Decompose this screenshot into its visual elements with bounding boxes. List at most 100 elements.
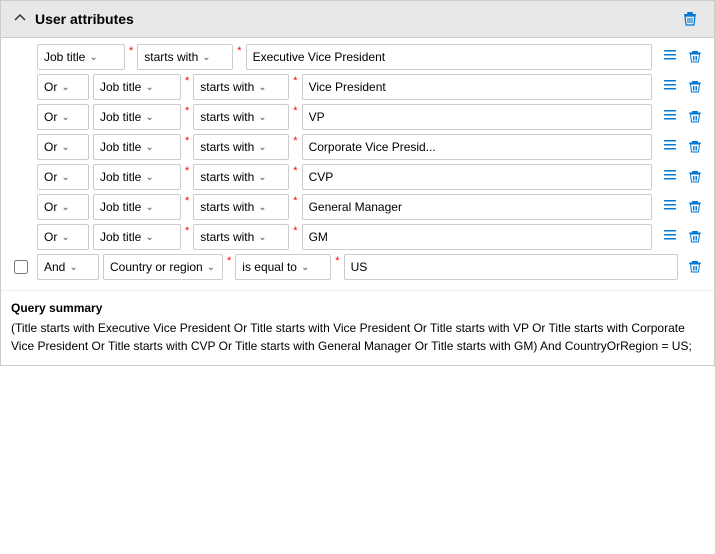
rule-row: Job title ⌄ * starts with ⌄ * — [9, 44, 706, 70]
required-star: * — [293, 75, 297, 87]
required-star: * — [129, 45, 133, 57]
chevron-down-icon: ⌄ — [202, 52, 210, 63]
chevron-down-icon: ⌄ — [145, 172, 153, 183]
list-icon-button-1[interactable] — [658, 75, 682, 100]
row-delete-button-6[interactable] — [684, 228, 706, 246]
operator-dropdown-4[interactable]: starts with ⌄ — [193, 164, 289, 190]
operator-dropdown-3[interactable]: starts with ⌄ — [193, 134, 289, 160]
required-star: * — [237, 45, 241, 57]
operator-dropdown-0[interactable]: starts with ⌄ — [137, 44, 233, 70]
value-input-2[interactable] — [302, 104, 652, 130]
query-summary: Query summary (Title starts with Executi… — [1, 290, 714, 365]
rule-row: Or ⌄ Job title ⌄ * starts with ⌄ * — [9, 194, 706, 220]
operator-dropdown-1[interactable]: starts with ⌄ — [193, 74, 289, 100]
value-input-6[interactable] — [302, 224, 652, 250]
rules-area: Job title ⌄ * starts with ⌄ * — [1, 38, 714, 290]
query-summary-title: Query summary — [11, 299, 704, 317]
chevron-down-icon: ⌄ — [69, 262, 77, 273]
value-input-0[interactable] — [246, 44, 652, 70]
section-title-text: User attributes — [35, 11, 134, 27]
required-star: * — [185, 135, 189, 147]
chevron-down-icon: ⌄ — [61, 112, 69, 123]
value-input-1[interactable] — [302, 74, 652, 100]
row-checkbox-7[interactable] — [14, 260, 28, 274]
required-star: * — [293, 225, 297, 237]
row-delete-button-2[interactable] — [684, 108, 706, 126]
list-icon-button-2[interactable] — [658, 105, 682, 130]
field-dropdown-3[interactable]: Job title ⌄ — [93, 134, 181, 160]
section-title-group: User attributes — [13, 11, 134, 28]
or-dropdown-1[interactable]: Or ⌄ — [37, 74, 89, 100]
value-input-4[interactable] — [302, 164, 652, 190]
or-dropdown-3[interactable]: Or ⌄ — [37, 134, 89, 160]
section-delete-button[interactable] — [678, 9, 702, 29]
chevron-down-icon: ⌄ — [89, 52, 97, 63]
field-dropdown-6[interactable]: Job title ⌄ — [93, 224, 181, 250]
query-summary-text: (Title starts with Executive Vice Presid… — [11, 319, 704, 355]
chevron-down-icon: ⌄ — [61, 232, 69, 243]
chevron-down-icon: ⌄ — [145, 82, 153, 93]
required-star: * — [293, 165, 297, 177]
chevron-down-icon: ⌄ — [61, 142, 69, 153]
field-dropdown-0[interactable]: Job title ⌄ — [37, 44, 125, 70]
value-input-3[interactable] — [302, 134, 652, 160]
or-dropdown-2[interactable]: Or ⌄ — [37, 104, 89, 130]
required-star: * — [293, 105, 297, 117]
required-star: * — [185, 165, 189, 177]
row-delete-button-1[interactable] — [684, 78, 706, 96]
operator-dropdown-2[interactable]: starts with ⌄ — [193, 104, 289, 130]
row-delete-button-4[interactable] — [684, 168, 706, 186]
section-header: User attributes — [1, 1, 714, 38]
chevron-down-icon: ⌄ — [258, 142, 266, 153]
main-container: User attributes Job title ⌄ * s — [0, 0, 715, 366]
chevron-down-icon: ⌄ — [258, 82, 266, 93]
and-dropdown-7[interactable]: And ⌄ — [37, 254, 99, 280]
value-input-5[interactable] — [302, 194, 652, 220]
required-star: * — [185, 75, 189, 87]
chevron-down-icon: ⌄ — [258, 202, 266, 213]
chevron-down-icon: ⌄ — [61, 202, 69, 213]
rule-row: Or ⌄ Job title ⌄ * starts with ⌄ * — [9, 164, 706, 190]
required-star: * — [227, 255, 231, 267]
chevron-down-icon: ⌄ — [145, 232, 153, 243]
list-icon-button-3[interactable] — [658, 135, 682, 160]
field-dropdown-5[interactable]: Job title ⌄ — [93, 194, 181, 220]
chevron-down-icon: ⌄ — [301, 262, 309, 273]
required-star: * — [185, 105, 189, 117]
operator-dropdown-5[interactable]: starts with ⌄ — [193, 194, 289, 220]
chevron-down-icon: ⌄ — [258, 232, 266, 243]
row-delete-button-7[interactable] — [684, 258, 706, 276]
operator-dropdown-7[interactable]: is equal to ⌄ — [235, 254, 331, 280]
row-delete-button-3[interactable] — [684, 138, 706, 156]
rule-row: Or ⌄ Job title ⌄ * starts with ⌄ * — [9, 134, 706, 160]
required-star: * — [293, 195, 297, 207]
required-star: * — [293, 135, 297, 147]
chevron-down-icon: ⌄ — [61, 82, 69, 93]
rule-row: Or ⌄ Job title ⌄ * starts with ⌄ * — [9, 224, 706, 250]
required-star: * — [185, 195, 189, 207]
chevron-down-icon: ⌄ — [145, 112, 153, 123]
operator-dropdown-6[interactable]: starts with ⌄ — [193, 224, 289, 250]
chevron-down-icon: ⌄ — [258, 112, 266, 123]
value-input-7[interactable] — [344, 254, 678, 280]
required-star: * — [185, 225, 189, 237]
list-icon-button-5[interactable] — [658, 195, 682, 220]
chevron-down-icon: ⌄ — [145, 202, 153, 213]
or-dropdown-6[interactable]: Or ⌄ — [37, 224, 89, 250]
row-delete-button-0[interactable] — [684, 48, 706, 66]
collapse-icon[interactable] — [13, 11, 27, 28]
list-icon-button-0[interactable] — [658, 45, 682, 70]
chevron-down-icon: ⌄ — [145, 142, 153, 153]
field-dropdown-4[interactable]: Job title ⌄ — [93, 164, 181, 190]
field-dropdown-2[interactable]: Job title ⌄ — [93, 104, 181, 130]
row-delete-button-5[interactable] — [684, 198, 706, 216]
or-dropdown-5[interactable]: Or ⌄ — [37, 194, 89, 220]
list-icon-button-6[interactable] — [658, 225, 682, 250]
field-dropdown-7[interactable]: Country or region ⌄ — [103, 254, 223, 280]
list-icon-button-4[interactable] — [658, 165, 682, 190]
rule-row-and: And ⌄ Country or region ⌄ * is equal to … — [9, 254, 706, 280]
or-dropdown-4[interactable]: Or ⌄ — [37, 164, 89, 190]
field-dropdown-1[interactable]: Job title ⌄ — [93, 74, 181, 100]
required-star: * — [335, 255, 339, 267]
rule-row: Or ⌄ Job title ⌄ * starts with ⌄ * — [9, 104, 706, 130]
